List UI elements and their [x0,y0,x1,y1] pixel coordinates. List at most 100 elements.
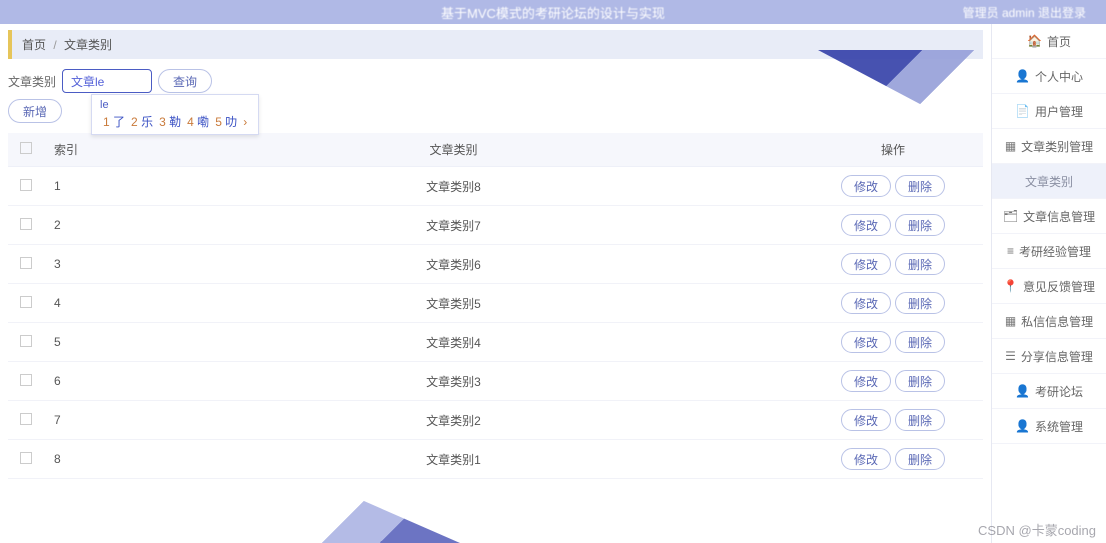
delete-button[interactable]: 删除 [895,175,945,197]
col-index: 索引 [44,133,104,167]
row-checkbox[interactable] [20,374,32,386]
breadcrumb: 首页 / 文章类别 [8,30,983,59]
sidebar-item[interactable]: ▦ 私信信息管理 [992,304,1106,339]
table-row: 2文章类别7修改删除 [8,206,983,245]
menu-icon: 🏠 [1027,34,1042,48]
edit-button[interactable]: 修改 [841,253,891,275]
edit-button[interactable]: 修改 [841,214,891,236]
delete-button[interactable]: 删除 [895,409,945,431]
row-checkbox[interactable] [20,335,32,347]
row-checkbox[interactable] [20,218,32,230]
sidebar-item[interactable]: 👤考研论坛 [992,374,1106,409]
row-index: 4 [44,284,104,323]
sidebar-item[interactable]: 📄 用户管理 [992,94,1106,129]
ime-typed: le [100,99,250,111]
logout-link[interactable]: 退出登录 [1038,6,1086,20]
sidebar-item-label: 意见反馈管理 [1023,278,1095,295]
sidebar-item-label: 考研经验管理 [1019,243,1091,260]
row-category: 文章类别5 [104,284,803,323]
ime-candidate[interactable]: 5 叻 [215,115,237,129]
menu-icon: ▦ [1005,314,1016,328]
decoration-bottom-left [300,473,460,543]
col-checkbox [8,133,44,167]
sidebar: 🏠首页 👤 个人中心 📄 用户管理 ▦ 文章类别管理文章类别 🗂文章信息管理 ≡ 考研经验管理 📍 意… [991,24,1106,543]
menu-icon: 👤 [1015,384,1030,398]
select-all-checkbox[interactable] [20,142,32,154]
row-index: 1 [44,167,104,206]
row-category: 文章类别6 [104,245,803,284]
sidebar-item[interactable]: ▦ 文章类别管理 [992,129,1106,164]
row-category: 文章类别3 [104,362,803,401]
delete-button[interactable]: 删除 [895,292,945,314]
delete-button[interactable]: 删除 [895,214,945,236]
row-checkbox[interactable] [20,452,32,464]
row-index: 8 [44,440,104,479]
ime-candidate[interactable]: 2 乐 [131,115,153,129]
ime-more-icon[interactable]: › [243,115,247,129]
breadcrumb-home[interactable]: 首页 [22,38,46,52]
table-row: 7文章类别2修改删除 [8,401,983,440]
edit-button[interactable]: 修改 [841,331,891,353]
ime-candidate[interactable]: 4 嘞 [187,115,209,129]
header-user-block: 管理员 admin 退出登录 [963,4,1086,21]
ime-candidate[interactable]: 1 了 [103,115,125,129]
col-category: 文章类别 [104,133,803,167]
ime-candidate[interactable]: 3 勒 [159,115,181,129]
edit-button[interactable]: 修改 [841,292,891,314]
delete-button[interactable]: 删除 [895,253,945,275]
sidebar-item-label: 个人中心 [1035,68,1083,85]
search-button[interactable]: 查询 [158,69,212,93]
filter-label: 文章类别 [8,73,56,90]
row-category: 文章类别4 [104,323,803,362]
row-category: 文章类别1 [104,440,803,479]
sidebar-item-label: 文章信息管理 [1023,208,1095,225]
sidebar-item[interactable]: ≡ 考研经验管理 [992,234,1106,269]
sidebar-item[interactable]: 🏠首页 [992,24,1106,59]
ime-candidate-box[interactable]: le 1 了 2 乐 3 勒 4 嘞 5 叻 › [91,94,259,135]
row-checkbox[interactable] [20,179,32,191]
col-ops: 操作 [803,133,983,167]
menu-icon: 📍 [1003,279,1018,293]
sidebar-item[interactable]: ☰分享信息管理 [992,339,1106,374]
menu-icon: ≡ [1007,244,1014,258]
page-title: 基于MVC模式的考研论坛的设计与实现 [441,3,665,22]
sidebar-item[interactable]: 👤 个人中心 [992,59,1106,94]
table-row: 6文章类别3修改删除 [8,362,983,401]
row-category: 文章类别2 [104,401,803,440]
category-table: 索引 文章类别 操作 1文章类别8修改删除2文章类别7修改删除3文章类别6修改删… [8,133,983,479]
sidebar-item[interactable]: 文章类别 [992,164,1106,199]
menu-icon: ▦ [1005,139,1016,153]
table-row: 3文章类别6修改删除 [8,245,983,284]
menu-icon: 👤 [1015,69,1030,83]
filter-row: 文章类别 查询 le 1 了2 乐3 勒4 嘞5 叻› [8,69,983,93]
edit-button[interactable]: 修改 [841,409,891,431]
breadcrumb-current: 文章类别 [64,38,112,52]
sidebar-item-label: 文章类别管理 [1021,138,1093,155]
sidebar-item-label: 私信信息管理 [1021,313,1093,330]
menu-icon: ☰ [1005,349,1016,363]
sidebar-item-label: 用户管理 [1035,103,1083,120]
row-category: 文章类别7 [104,206,803,245]
sidebar-item[interactable]: 👤系统管理 [992,409,1106,444]
delete-button[interactable]: 删除 [895,331,945,353]
menu-icon: 👤 [1015,419,1030,433]
table-row: 8文章类别1 修改删除 [8,440,983,479]
watermark: CSDN @卡蒙coding [978,520,1096,539]
delete-button[interactable]: 删除 [895,370,945,392]
edit-button[interactable]: 修改 [841,175,891,197]
row-checkbox[interactable] [20,296,32,308]
edit-button[interactable]: 修改 [841,448,891,470]
sidebar-item-label: 文章类别 [1025,173,1073,190]
sidebar-item[interactable]: 🗂文章信息管理 [992,199,1106,234]
row-checkbox[interactable] [20,413,32,425]
menu-icon: 📄 [1015,104,1030,118]
row-category: 文章类别8 [104,167,803,206]
category-search-input[interactable] [62,69,152,93]
add-button[interactable]: 新增 [8,99,62,123]
delete-button[interactable]: 删除 [895,448,945,470]
row-checkbox[interactable] [20,257,32,269]
app-header: 基于MVC模式的考研论坛的设计与实现 管理员 admin 退出登录 [0,0,1106,24]
table-row: 1文章类别8 修改删除 [8,167,983,206]
sidebar-item[interactable]: 📍 意见反馈管理 [992,269,1106,304]
edit-button[interactable]: 修改 [841,370,891,392]
